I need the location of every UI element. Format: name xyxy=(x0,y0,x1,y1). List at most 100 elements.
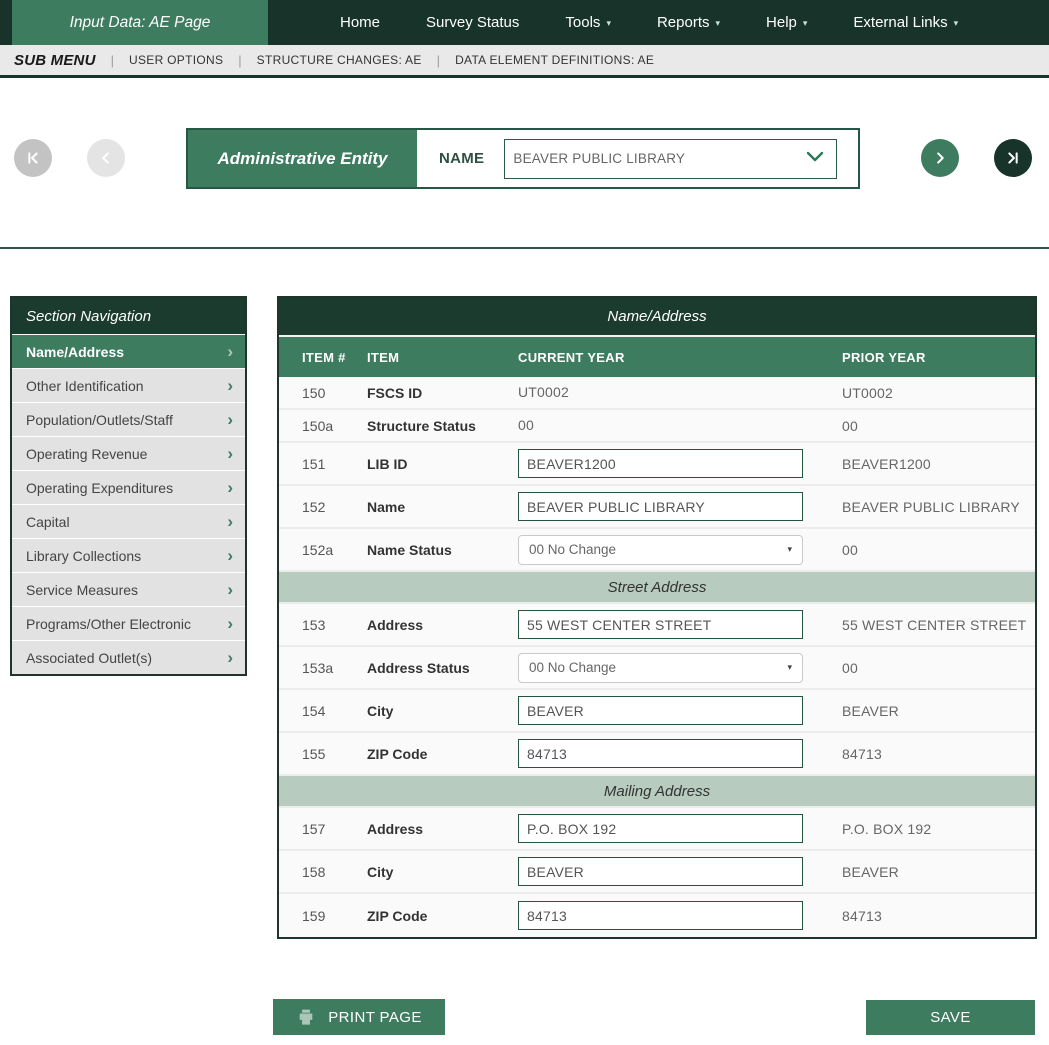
table-row-158: 158City BEAVER xyxy=(279,851,1035,894)
name-status-152a-select[interactable]: 00 No Change▾ xyxy=(518,535,803,565)
prior-year-value: BEAVER xyxy=(842,864,1035,880)
sub-menu-items: |USER OPTIONS|STRUCTURE CHANGES: AE|DATA… xyxy=(96,53,655,68)
chevron-left-icon xyxy=(95,147,117,169)
sidebar-item-label: Name/Address xyxy=(26,344,124,360)
prior-year-value: 00 xyxy=(842,542,1035,558)
current-year-cell xyxy=(518,492,842,521)
current-year-cell xyxy=(518,901,842,930)
item-number: 157 xyxy=(302,821,367,837)
sidebar-item-associated-outlet-s[interactable]: Associated Outlet(s)› xyxy=(12,640,245,674)
nav-item-tools[interactable]: Tools▾ xyxy=(565,14,611,31)
item-number: 151 xyxy=(302,456,367,472)
caret-down-icon: ▾ xyxy=(954,18,959,29)
zip-code-159-input[interactable] xyxy=(518,901,803,930)
submenu-item-structure-changes-ae[interactable]: STRUCTURE CHANGES: AE xyxy=(257,53,422,67)
item-label: ZIP Code xyxy=(367,908,518,924)
name-address-table: Name/Address ITEM #ITEMCURRENT YEARPRIOR… xyxy=(277,296,1037,939)
sidebar-item-library-collections[interactable]: Library Collections › xyxy=(12,538,245,572)
current-year-value: UT0002 xyxy=(518,384,569,400)
city-154-input[interactable] xyxy=(518,696,803,725)
last-record-button[interactable] xyxy=(994,139,1032,177)
save-button[interactable]: SAVE xyxy=(866,1000,1035,1035)
previous-record-button[interactable] xyxy=(87,139,125,177)
current-year-cell: 00 xyxy=(518,417,842,435)
item-number: 158 xyxy=(302,864,367,880)
item-number: 153 xyxy=(302,617,367,633)
sidebar-item-label: Programs/Other Electronic xyxy=(26,616,191,632)
chevron-right-icon: › xyxy=(227,411,233,428)
table-row-152: 152NameBEAVER PUBLIC LIBRARY xyxy=(279,486,1035,529)
prior-year-value: 00 xyxy=(842,660,1035,676)
prior-year-value: BEAVER xyxy=(842,703,1035,719)
table-row-157: 157AddressP.O. BOX 192 xyxy=(279,808,1035,851)
entity-name-select[interactable]: BEAVER PUBLIC LIBRARY xyxy=(504,139,837,179)
address-status-153a-select[interactable]: 00 No Change▾ xyxy=(518,653,803,683)
next-record-button[interactable] xyxy=(921,139,959,177)
sidebar-item-service-measures[interactable]: Service Measures› xyxy=(12,572,245,606)
active-page-tab[interactable]: Input Data: AE Page xyxy=(12,0,268,45)
current-year-cell xyxy=(518,739,842,768)
sidebar-item-label: Other Identification xyxy=(26,378,144,394)
caret-down-icon: ▾ xyxy=(606,18,611,29)
section-header-street-address: Street Address xyxy=(279,572,1035,604)
chevron-right-icon: › xyxy=(227,547,233,564)
item-number: 155 xyxy=(302,746,367,762)
nav-item-label: Home xyxy=(340,14,380,31)
item-number: 153a xyxy=(302,660,367,676)
lib-id-151-input[interactable] xyxy=(518,449,803,478)
caret-down-icon: ▾ xyxy=(787,662,792,673)
sidebar-item-label: Library Collections xyxy=(26,548,141,564)
current-year-cell xyxy=(518,857,842,886)
chevron-right-icon: › xyxy=(227,615,233,632)
entity-name-value: BEAVER PUBLIC LIBRARY xyxy=(513,151,685,166)
sidebar-item-operating-expenditures[interactable]: Operating Expenditures› xyxy=(12,470,245,504)
entity-name-area: NAME BEAVER PUBLIC LIBRARY xyxy=(417,130,858,187)
city-158-input[interactable] xyxy=(518,857,803,886)
nav-item-help[interactable]: Help▾ xyxy=(766,14,807,31)
chevron-right-icon: › xyxy=(227,377,233,394)
first-record-button[interactable] xyxy=(14,139,52,177)
name-152-input[interactable] xyxy=(518,492,803,521)
print-page-button[interactable]: PRINT PAGE xyxy=(273,999,445,1035)
current-year-cell xyxy=(518,814,842,843)
page: Input Data: AE Page Home Survey Status Too… xyxy=(0,0,1049,1045)
zip-code-155-input[interactable] xyxy=(518,739,803,768)
table-row-153a: 153aAddress Status00 No Change▾00 xyxy=(279,647,1035,690)
address-157-input[interactable] xyxy=(518,814,803,843)
nav-menu: Home Survey Status Tools▾ Reports▾ Help▾ Exte… xyxy=(340,0,958,45)
nav-item-home[interactable]: Home xyxy=(340,14,380,31)
sidebar-item-other-identification[interactable]: Other Identification › xyxy=(12,368,245,402)
sidebar-item-capital[interactable]: Capital› xyxy=(12,504,245,538)
sidebar-item-population-outlets-staff[interactable]: Population/Outlets/Staff› xyxy=(12,402,245,436)
nav-item-reports[interactable]: Reports▾ xyxy=(657,14,720,31)
sidebar-item-operating-revenue[interactable]: Operating Revenue› xyxy=(12,436,245,470)
chevron-right-icon: › xyxy=(227,513,233,530)
chevron-right-icon: › xyxy=(227,343,233,360)
nav-item-external-links[interactable]: External Links▾ xyxy=(853,14,958,31)
prior-year-value: BEAVER PUBLIC LIBRARY xyxy=(842,499,1035,515)
caret-down-icon: ▾ xyxy=(716,18,721,29)
submenu-item-data-element-definitions-ae[interactable]: DATA ELEMENT DEFINITIONS: AE xyxy=(455,53,654,67)
prior-year-value: 84713 xyxy=(842,746,1035,762)
current-year-cell: UT0002 xyxy=(518,384,842,402)
item-number: 154 xyxy=(302,703,367,719)
sidebar-item-name-address[interactable]: Name/Address › xyxy=(12,334,245,368)
sidebar-item-programs-other-electronic[interactable]: Programs/Other Electronic › xyxy=(12,606,245,640)
sidebar-item-label: Associated Outlet(s) xyxy=(26,650,152,666)
section-divider-line xyxy=(0,247,1049,249)
submenu-item-user-options[interactable]: USER OPTIONS xyxy=(129,53,223,67)
address-153-input[interactable] xyxy=(518,610,803,639)
column-header-item: ITEM # xyxy=(302,350,367,365)
nav-item-label: Survey Status xyxy=(426,14,519,31)
submenu-separator: | xyxy=(111,53,114,68)
column-header-current-year: CURRENT YEAR xyxy=(518,350,842,365)
item-label: Structure Status xyxy=(367,418,518,434)
current-year-cell xyxy=(518,449,842,478)
item-number: 150 xyxy=(302,385,367,401)
sub-menu-title: SUB MENU xyxy=(14,52,96,69)
item-label: Address xyxy=(367,617,518,633)
prior-year-value: P.O. BOX 192 xyxy=(842,821,1035,837)
item-label: City xyxy=(367,864,518,880)
nav-item-survey-status[interactable]: Survey Status xyxy=(426,14,519,31)
print-page-label: PRINT PAGE xyxy=(328,1009,421,1026)
